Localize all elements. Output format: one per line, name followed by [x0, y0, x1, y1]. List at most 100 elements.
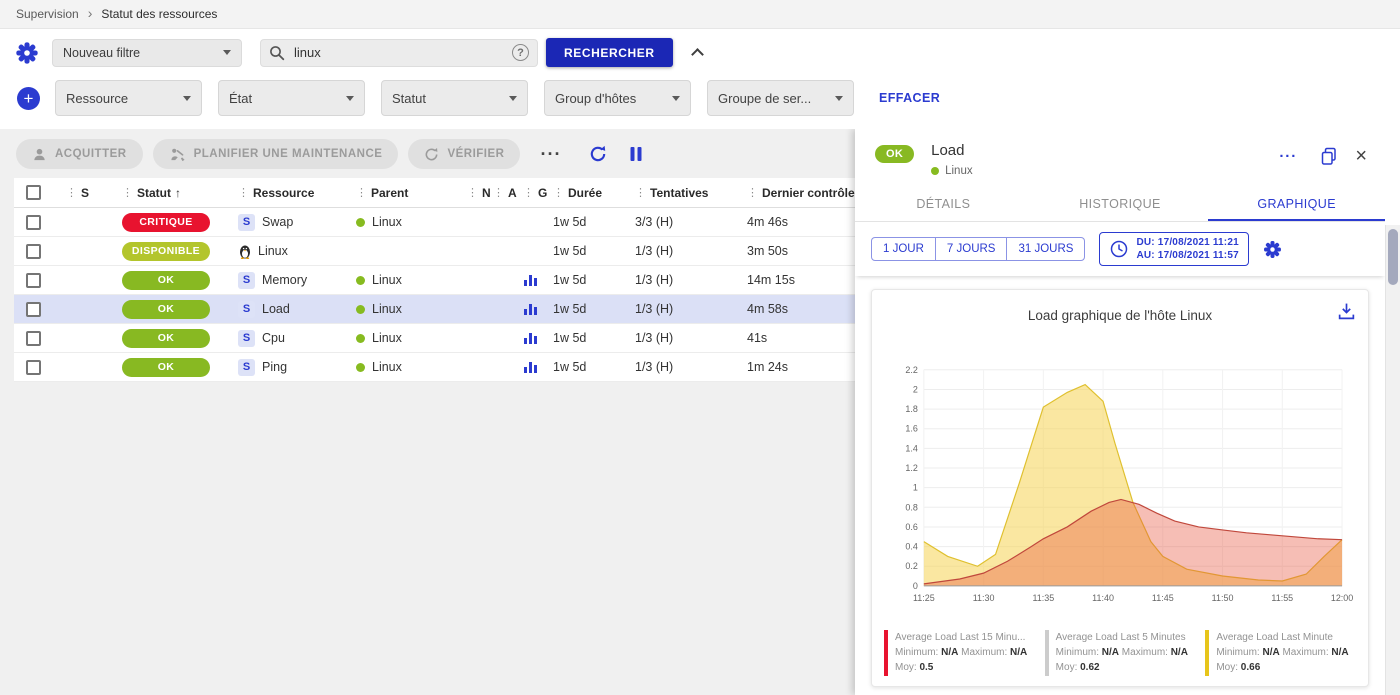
column-menu-icon[interactable]: ⋮	[523, 186, 534, 199]
graph-icon[interactable]	[523, 360, 538, 374]
filter-state-select[interactable]: État	[218, 80, 365, 116]
load-chart-svg[interactable]: 00.20.40.60.811.21.41.61.822.211:2511:30…	[884, 325, 1356, 624]
table-row[interactable]: DISPONIBLELinux1w 5d1/3 (H)3m 50s	[14, 237, 855, 266]
acknowledge-button[interactable]: ACQUITTER	[16, 139, 143, 169]
column-header-ack[interactable]: A	[508, 186, 517, 200]
column-header-tries[interactable]: Tentatives	[650, 186, 708, 200]
column-menu-icon[interactable]: ⋮	[493, 186, 504, 199]
table-row[interactable]: OKSPingLinux1w 5d1/3 (H)1m 24s	[14, 353, 855, 382]
resource-name: Ping	[262, 360, 287, 374]
tab-details[interactable]: DÉTAILS	[855, 186, 1032, 221]
copy-link-icon[interactable]	[1320, 147, 1338, 166]
filter-resource-select[interactable]: Ressource	[55, 80, 202, 116]
table-row[interactable]: OKSCpuLinux1w 5d1/3 (H)41s	[14, 324, 855, 353]
clear-filters-button[interactable]: EFFACER	[873, 90, 946, 106]
service-icon: S	[238, 272, 255, 289]
panel-title: Load	[931, 142, 1273, 159]
parent-name: Linux	[372, 302, 402, 316]
table-row[interactable]: OKSMemoryLinux1w 5d1/3 (H)14m 15s	[14, 266, 855, 295]
breadcrumb-current-page[interactable]: Statut des ressources	[101, 7, 217, 21]
filter-hostgroup-label: Group d'hôtes	[555, 91, 636, 106]
filter-settings-gear-icon[interactable]	[15, 41, 39, 65]
check-button[interactable]: VÉRIFIER	[408, 139, 520, 169]
search-button[interactable]: RECHERCHER	[546, 38, 673, 67]
column-header-notes[interactable]: N	[482, 186, 491, 200]
time-range-group: 1 JOUR 7 JOURS 31 JOURS	[871, 237, 1085, 261]
scrollbar-thumb[interactable]	[1388, 229, 1398, 285]
export-graph-icon[interactable]	[1337, 302, 1356, 324]
graph-icon[interactable]	[523, 273, 538, 287]
tab-history[interactable]: HISTORIQUE	[1032, 186, 1209, 221]
legend-item[interactable]: Average Load Last MinuteMinimum: N/A Max…	[1205, 630, 1356, 676]
range-31-days-button[interactable]: 31 JOURS	[1006, 237, 1085, 261]
row-checkbox[interactable]	[26, 360, 41, 375]
row-checkbox[interactable]	[26, 273, 41, 288]
panel-more-actions-icon[interactable]: ···	[1273, 148, 1303, 165]
duration-cell: 1w 5d	[553, 273, 635, 287]
chart-legend: Average Load Last 15 Minu...Minimum: N/A…	[884, 630, 1356, 676]
filter-section: Nouveau filtre ? RECHERCHER + Ressource …	[0, 29, 1400, 129]
add-filter-criteria-button[interactable]: +	[17, 87, 40, 110]
table-row[interactable]: OKSLoadLinux1w 5d1/3 (H)4m 58s	[14, 295, 855, 324]
help-icon[interactable]: ?	[512, 44, 529, 61]
legend-item[interactable]: Average Load Last 5 MinutesMinimum: N/A …	[1045, 630, 1196, 676]
column-menu-icon[interactable]: ⋮	[467, 186, 478, 199]
column-menu-icon[interactable]: ⋮	[635, 186, 646, 199]
row-checkbox[interactable]	[26, 244, 41, 259]
host-icon	[238, 244, 252, 259]
more-actions-icon[interactable]: ···	[534, 144, 567, 164]
set-downtime-button[interactable]: PLANIFIER UNE MAINTENANCE	[153, 139, 399, 169]
graph-settings-gear-icon[interactable]	[1263, 240, 1282, 259]
column-menu-icon[interactable]: ⋮	[356, 186, 367, 199]
custom-period-button[interactable]: DU: 17/08/2021 11:21 AU: 17/08/2021 11:5…	[1099, 232, 1248, 266]
filter-hostgroup-select[interactable]: Group d'hôtes	[544, 80, 691, 116]
column-header-duration[interactable]: Durée	[568, 186, 602, 200]
status-badge: DISPONIBLE	[122, 242, 210, 261]
range-1-day-button[interactable]: 1 JOUR	[871, 237, 936, 261]
tries-cell: 1/3 (H)	[635, 273, 747, 287]
scrollbar-track[interactable]	[1385, 225, 1400, 695]
close-panel-icon[interactable]: ×	[1355, 146, 1367, 166]
filter-status-select[interactable]: Statut	[381, 80, 528, 116]
tab-graph[interactable]: GRAPHIQUE	[1208, 186, 1385, 221]
sort-ascending-icon[interactable]: ↑	[175, 186, 181, 200]
pause-autorefresh-icon[interactable]	[629, 146, 643, 162]
filter-servicegroup-select[interactable]: Groupe de ser...	[707, 80, 854, 116]
row-checkbox[interactable]	[26, 215, 41, 230]
column-menu-icon[interactable]: ⋮	[553, 186, 564, 199]
graph-icon[interactable]	[523, 302, 538, 316]
graph-icon[interactable]	[523, 331, 538, 345]
row-checkbox[interactable]	[26, 302, 41, 317]
select-all-checkbox[interactable]	[26, 185, 41, 200]
column-header-severity[interactable]: S	[81, 186, 89, 200]
column-menu-icon[interactable]: ⋮	[238, 186, 249, 199]
refresh-icon[interactable]	[589, 145, 607, 163]
filter-status-label: Statut	[392, 91, 426, 106]
search-input[interactable]	[292, 44, 505, 61]
legend-item[interactable]: Average Load Last 15 Minu...Minimum: N/A…	[884, 630, 1035, 676]
service-icon: S	[238, 330, 255, 347]
breadcrumb-supervision[interactable]: Supervision	[16, 7, 79, 21]
column-header-status[interactable]: Statut	[137, 186, 171, 200]
column-menu-icon[interactable]: ⋮	[122, 186, 133, 199]
page-scrollbar	[1385, 129, 1400, 695]
svg-text:2.2: 2.2	[905, 365, 917, 375]
search-box[interactable]: ?	[260, 39, 538, 67]
column-header-graph[interactable]: G	[538, 186, 547, 200]
column-header-resource[interactable]: Ressource	[253, 186, 314, 200]
last-check-cell: 14m 15s	[747, 273, 855, 287]
column-menu-icon[interactable]: ⋮	[66, 186, 77, 199]
legend-min-max: Minimum: N/A Maximum: N/A	[895, 645, 1027, 660]
details-panel-header: OK Load Linux ··· ×	[855, 129, 1385, 186]
column-header-parent[interactable]: Parent	[371, 186, 408, 200]
saved-filter-select[interactable]: Nouveau filtre	[52, 39, 242, 67]
row-checkbox[interactable]	[26, 331, 41, 346]
parent-status-dot	[356, 276, 365, 285]
column-menu-icon[interactable]: ⋮	[747, 186, 758, 199]
column-header-last-check[interactable]: Dernier contrôle	[762, 186, 855, 200]
table-row[interactable]: CRITIQUESSwapLinux1w 5d3/3 (H)4m 46s	[14, 208, 855, 237]
collapse-filters-chevron-up-icon[interactable]	[691, 48, 704, 61]
range-7-days-button[interactable]: 7 JOURS	[935, 237, 1008, 261]
tries-cell: 3/3 (H)	[635, 215, 747, 229]
svg-text:0: 0	[913, 581, 918, 591]
